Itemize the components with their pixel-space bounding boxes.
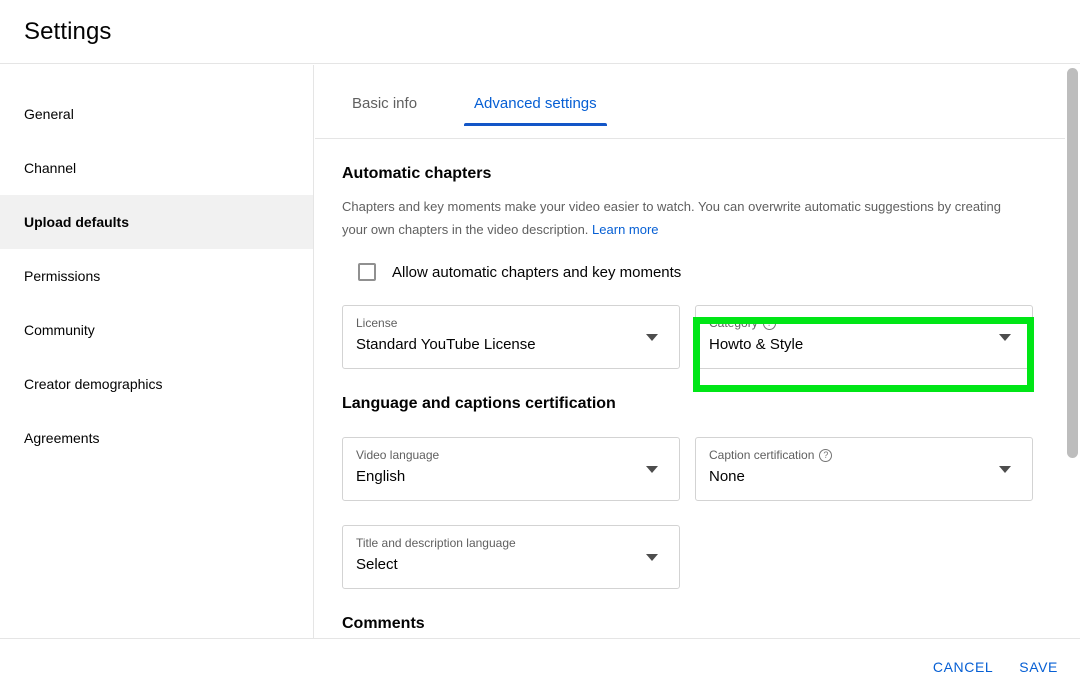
dialog-footer: CANCEL SAVE <box>0 638 1080 693</box>
title-description-language-label: Title and description language <box>356 536 516 550</box>
sidebar-item-label: Agreements <box>24 430 100 446</box>
tab-basic-info[interactable]: Basic info <box>342 95 427 126</box>
category-dropdown[interactable]: Category ? Howto & Style <box>695 305 1033 369</box>
license-value: Standard YouTube License <box>356 336 536 353</box>
allow-automatic-chapters-checkbox[interactable] <box>358 263 376 281</box>
sidebar-item-agreements[interactable]: Agreements <box>0 411 313 465</box>
allow-automatic-chapters-label: Allow automatic chapters and key moments <box>392 263 682 281</box>
sidebar-item-community[interactable]: Community <box>0 303 313 357</box>
sidebar-item-creator-demographics[interactable]: Creator demographics <box>0 357 313 411</box>
scrollbar-thumb[interactable] <box>1067 68 1078 458</box>
language-captions-heading: Language and captions certification <box>342 395 616 412</box>
category-label-text: Category <box>709 316 758 330</box>
video-language-label: Video language <box>356 448 439 462</box>
caption-certification-label: Caption certification ? <box>709 448 833 462</box>
tab-advanced-settings[interactable]: Advanced settings <box>464 95 607 126</box>
page-title: Settings <box>24 18 112 45</box>
tab-label: Basic info <box>352 95 418 112</box>
caption-certification-dropdown[interactable]: Caption certification ? None <box>695 437 1033 501</box>
learn-more-link[interactable]: Learn more <box>592 222 658 237</box>
caption-certification-label-text: Caption certification <box>709 448 815 462</box>
sidebar-item-label: Upload defaults <box>24 214 130 230</box>
content-scrollbar[interactable] <box>1065 65 1080 638</box>
description-text: Chapters and key moments make your video… <box>342 199 1002 237</box>
help-icon[interactable]: ? <box>819 448 833 462</box>
field-spacer <box>680 437 695 501</box>
automatic-chapters-description: Chapters and key moments make your video… <box>342 195 1017 241</box>
cancel-button[interactable]: CANCEL <box>933 659 993 675</box>
sidebar-item-label: Creator demographics <box>24 376 163 392</box>
chevron-down-icon <box>999 334 1011 341</box>
sidebar-item-permissions[interactable]: Permissions <box>0 249 313 303</box>
tab-label: Advanced settings <box>474 95 597 112</box>
help-icon[interactable]: ? <box>762 316 776 330</box>
category-label: Category ? <box>709 316 776 330</box>
chevron-down-icon <box>646 334 658 341</box>
settings-dialog: Settings General Channel Upload defaults… <box>0 0 1080 693</box>
save-button[interactable]: SAVE <box>1019 659 1058 675</box>
chevron-down-icon <box>646 554 658 561</box>
sidebar-list: General Channel Upload defaults Permissi… <box>0 65 313 465</box>
dialog-header: Settings <box>0 0 1080 64</box>
license-dropdown[interactable]: License Standard YouTube License <box>342 305 680 369</box>
settings-content: Basic info Advanced settings Automatic c… <box>315 65 1065 638</box>
title-description-language-label-text: Title and description language <box>356 536 516 550</box>
language-caption-row: Video language English Caption certifica… <box>342 437 1065 501</box>
sidebar-item-label: General <box>24 106 74 122</box>
sidebar-item-general[interactable]: General <box>0 87 313 141</box>
sidebar-item-label: Permissions <box>24 268 101 284</box>
license-category-row: License Standard YouTube License Categor… <box>342 305 1065 369</box>
sidebar-item-label: Community <box>24 322 95 338</box>
title-description-language-value: Select <box>356 556 398 573</box>
video-language-dropdown[interactable]: Video language English <box>342 437 680 501</box>
automatic-chapters-heading: Automatic chapters <box>342 165 492 182</box>
sidebar-item-upload-defaults[interactable]: Upload defaults <box>0 195 313 249</box>
license-label-text: License <box>356 316 398 330</box>
field-spacer <box>680 305 695 369</box>
sidebar-item-channel[interactable]: Channel <box>0 141 313 195</box>
chevron-down-icon <box>646 466 658 473</box>
tab-bar: Basic info Advanced settings <box>315 65 1065 139</box>
title-description-language-row: Title and description language Select <box>342 525 1065 589</box>
sidebar-item-label: Channel <box>24 160 77 176</box>
advanced-settings-panel: Automatic chapters Chapters and key mome… <box>315 165 1065 633</box>
footer-actions: CANCEL SAVE <box>933 639 1058 693</box>
allow-automatic-chapters-row[interactable]: Allow automatic chapters and key moments <box>358 263 1065 281</box>
title-description-language-dropdown[interactable]: Title and description language Select <box>342 525 680 589</box>
video-language-label-text: Video language <box>356 448 440 462</box>
license-label: License <box>356 316 397 330</box>
settings-sidebar: General Channel Upload defaults Permissi… <box>0 65 314 638</box>
chevron-down-icon <box>999 466 1011 473</box>
comments-heading: Comments <box>342 615 425 632</box>
video-language-value: English <box>356 468 406 485</box>
category-value: Howto & Style <box>709 336 804 353</box>
caption-certification-value: None <box>709 468 745 485</box>
